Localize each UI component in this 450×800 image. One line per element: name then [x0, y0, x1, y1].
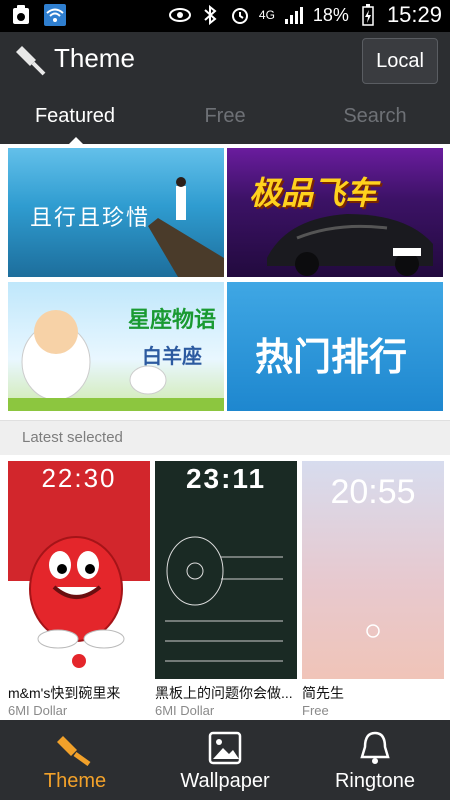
status-time: 15:29: [386, 2, 442, 27]
theme-thumbnail: 22:30: [8, 461, 150, 679]
nav-wallpaper-label: Wallpaper: [180, 770, 270, 792]
battery-charging-icon: [357, 4, 379, 26]
screenshot-icon: [10, 4, 32, 26]
wifi-icon: [44, 4, 66, 26]
theme-brush-icon: [14, 42, 48, 76]
banner-2[interactable]: 极品飞车: [227, 148, 443, 277]
tab-search[interactable]: Search: [300, 88, 450, 144]
nav-theme[interactable]: Theme: [0, 720, 150, 800]
featured-banners: 且行且珍惜 极品飞车 星座物语 白羊座 热门排行: [0, 144, 450, 420]
banner-3-subtext: 白羊座: [142, 346, 202, 368]
page-title: Theme: [54, 43, 135, 73]
section-header: Latest selected: [0, 420, 450, 456]
bottom-navigation: Theme Wallpaper Ringtone: [0, 720, 450, 800]
banner-2-text: 极品飞车: [249, 175, 378, 211]
banner-1[interactable]: 且行且珍惜: [8, 148, 224, 277]
network-type: 4G: [258, 8, 275, 22]
theme-name: 简先生: [302, 685, 344, 701]
app-header: Theme Local: [0, 32, 450, 88]
theme-card[interactable]: 20:55 简先生 Free: [302, 461, 444, 718]
banner-4-text: 热门排行: [255, 337, 408, 379]
chalkboard-illustration: [165, 509, 283, 662]
tab-featured[interactable]: Featured: [0, 88, 150, 144]
battery-percent: 18%: [312, 4, 349, 25]
banner-4[interactable]: 热门排行: [227, 282, 443, 411]
theme-thumbnail: 20:55: [302, 461, 444, 679]
banner-3[interactable]: 星座物语 白羊座: [8, 282, 224, 411]
theme-price: 6MI Dollar: [8, 703, 68, 718]
unlock-ring-icon: [366, 624, 380, 638]
theme-name: m&m's快到碗里来: [8, 685, 121, 701]
nav-ringtone-label: Ringtone: [334, 770, 416, 792]
banner-3-text: 星座物语: [128, 307, 217, 332]
theme-name: 黑板上的问题你会做...: [155, 685, 293, 701]
nav-ringtone[interactable]: Ringtone: [300, 720, 450, 800]
banner-1-text: 且行且珍惜: [30, 205, 151, 230]
signal-icon: [283, 4, 305, 26]
eye-icon: [168, 4, 191, 26]
theme-price: 6MI Dollar: [155, 703, 215, 718]
theme-card[interactable]: 23:11 黑板上的问题你会做... 6MI Dollar: [155, 461, 297, 718]
mms-character-illustration: [29, 536, 125, 668]
status-bar: 4G 18% 15:29: [0, 0, 450, 32]
nav-theme-label: Theme: [43, 770, 107, 792]
wallpaper-icon: [207, 730, 243, 766]
category-tabs: Featured Free Search: [0, 88, 450, 144]
theme-price: Free: [302, 703, 329, 718]
theme-brush-icon: [57, 730, 93, 767]
theme-thumbnail: 23:11: [155, 461, 297, 679]
bell-icon: [357, 730, 393, 766]
alarm-icon: [229, 4, 251, 26]
bluetooth-icon: [199, 4, 221, 26]
nav-wallpaper[interactable]: Wallpaper: [150, 720, 300, 800]
section-title: Latest selected: [22, 429, 123, 446]
local-button[interactable]: Local: [362, 38, 438, 84]
theme-card[interactable]: 22:30 m&m's快到碗里来 6MI Dollar: [8, 461, 150, 718]
tab-free[interactable]: Free: [150, 88, 300, 144]
theme-list: 22:30 m&m's快到碗里来 6MI Dollar 23:11 黑板上的问题…: [0, 455, 450, 720]
